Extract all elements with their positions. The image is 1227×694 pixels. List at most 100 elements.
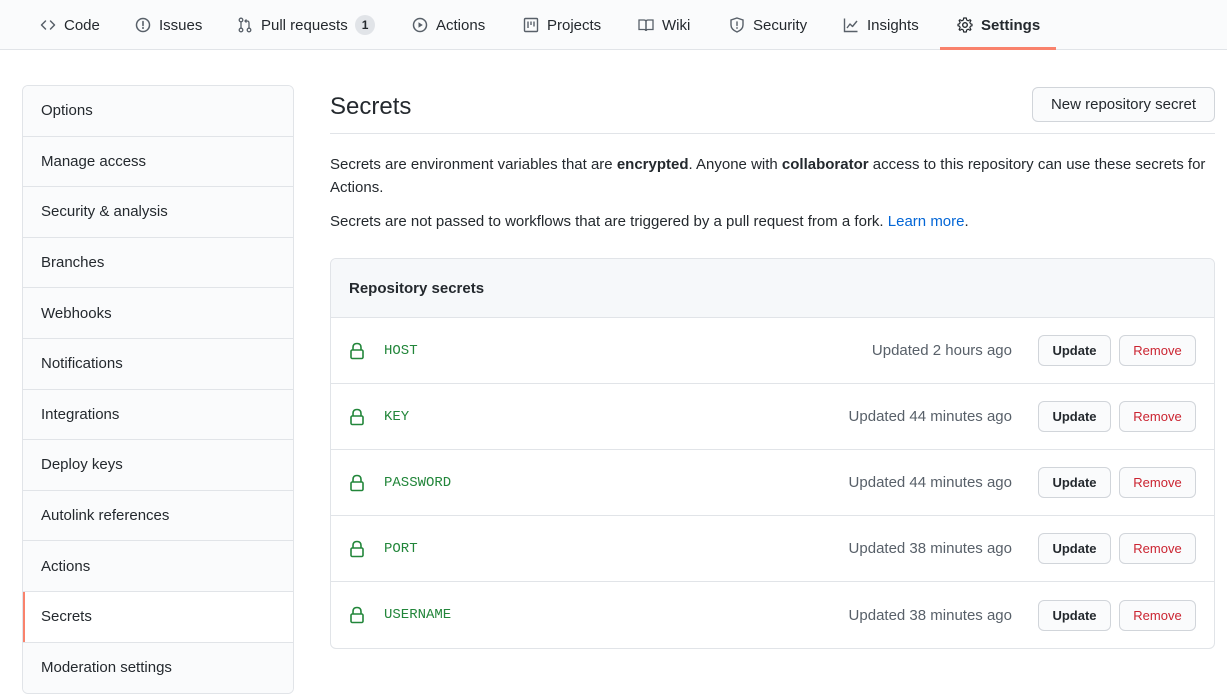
remove-secret-button[interactable]: Remove	[1119, 401, 1196, 432]
tab-insights-label: Insights	[867, 16, 919, 34]
book-icon	[638, 17, 654, 33]
tab-insights[interactable]: Insights	[843, 0, 919, 50]
sidebar-item-deploy-keys[interactable]: Deploy keys	[23, 440, 293, 491]
shield-icon	[729, 17, 745, 33]
update-secret-button[interactable]: Update	[1038, 335, 1111, 366]
secret-row: PASSWORD Updated 44 minutes ago Update R…	[331, 450, 1214, 516]
update-secret-button[interactable]: Update	[1038, 533, 1111, 564]
secret-name: PASSWORD	[384, 474, 452, 491]
tab-wiki-label: Wiki	[662, 16, 691, 34]
secrets-main: Secrets New repository secret Secrets ar…	[330, 85, 1215, 649]
update-secret-button[interactable]: Update	[1038, 599, 1111, 631]
sidebar-item-webhooks[interactable]: Webhooks	[23, 288, 293, 339]
new-repository-secret-button[interactable]: New repository secret	[1031, 87, 1215, 122]
desc-text: . Anyone with	[688, 156, 782, 173]
tab-pull-requests[interactable]: Pull requests 1	[237, 0, 376, 50]
sidebar-item-label: Manage access	[41, 152, 147, 170]
sidebar-item-label: Deploy keys	[41, 456, 123, 474]
tab-wiki[interactable]: Wiki	[638, 0, 690, 50]
secret-updated-time: Updated 44 minutes ago	[848, 408, 1012, 425]
remove-secret-button[interactable]: Remove	[1119, 599, 1196, 631]
sidebar-item-label: Branches	[41, 254, 105, 272]
secret-name: USERNAME	[384, 607, 452, 623]
update-secret-button[interactable]: Update	[1038, 467, 1111, 498]
tab-security[interactable]: Security	[729, 0, 807, 50]
remove-secret-button[interactable]: Remove	[1119, 467, 1196, 498]
lock-icon	[350, 474, 364, 492]
selected-tab-underline	[940, 47, 1056, 50]
secrets-description: Secrets are environment variables that a…	[330, 153, 1215, 199]
sidebar-item-label: Options	[41, 102, 93, 120]
secret-row: KEY Updated 44 minutes ago Update Remove	[331, 384, 1214, 450]
sidebar-item-security-analysis[interactable]: Security & analysis	[23, 187, 293, 238]
secret-updated-time: Updated 38 minutes ago	[848, 540, 1012, 557]
sidebar-item-label: Security & analysis	[41, 203, 168, 221]
repo-nav: Code Issues Pull requests 1 Actions Proj…	[0, 0, 1227, 50]
sidebar-item-manage-access[interactable]: Manage access	[23, 136, 293, 188]
tab-settings-label: Settings	[981, 16, 1041, 34]
fork-notice-end: .	[964, 213, 969, 230]
lock-icon	[350, 540, 364, 558]
sidebar-item-label: Moderation settings	[41, 659, 172, 677]
sidebar-item-notifications[interactable]: Notifications	[23, 338, 293, 390]
tab-actions-label: Actions	[436, 16, 486, 34]
remove-secret-button[interactable]: Remove	[1119, 533, 1196, 564]
page-title: Secrets	[330, 93, 412, 120]
issue-opened-icon	[135, 17, 151, 33]
secret-row: USERNAME Updated 38 minutes ago Update R…	[331, 582, 1214, 648]
tab-code-label: Code	[64, 16, 100, 34]
sidebar-item-integrations[interactable]: Integrations	[23, 389, 293, 441]
project-icon	[523, 17, 539, 33]
lock-icon	[350, 342, 364, 360]
secret-name: PORT	[384, 540, 418, 557]
tab-settings[interactable]: Settings	[957, 0, 1040, 50]
tab-issues-label: Issues	[159, 16, 203, 34]
page-header: Secrets New repository secret	[330, 85, 1215, 134]
tab-projects-label: Projects	[547, 16, 602, 34]
repository-secrets-header: Repository secrets	[331, 259, 1214, 318]
sidebar-item-label: Actions	[41, 557, 91, 575]
secret-row: HOST Updated 2 hours ago Update Remove	[331, 318, 1214, 384]
sidebar-item-label: Webhooks	[41, 304, 112, 322]
secret-updated-time: Updated 38 minutes ago	[848, 606, 1012, 624]
sidebar-item-label: Secrets	[41, 608, 92, 626]
tab-actions[interactable]: Actions	[412, 0, 485, 50]
lock-icon	[350, 408, 364, 426]
tab-security-label: Security	[753, 16, 808, 34]
secret-name: KEY	[384, 408, 410, 425]
secret-row: PORT Updated 38 minutes ago Update Remov…	[331, 516, 1214, 582]
tab-code[interactable]: Code	[40, 0, 100, 50]
fork-notice-text: Secrets are not passed to workflows that…	[330, 213, 888, 230]
sidebar-item-actions[interactable]: Actions	[23, 541, 293, 592]
fork-notice: Secrets are not passed to workflows that…	[330, 210, 1215, 233]
secret-updated-time: Updated 2 hours ago	[871, 342, 1012, 359]
git-pull-request-icon	[237, 17, 253, 33]
sidebar-item-options[interactable]: Options	[23, 86, 293, 137]
sidebar-item-secrets[interactable]: Secrets	[23, 591, 293, 643]
sidebar-item-label: Notifications	[41, 355, 123, 373]
update-secret-button[interactable]: Update	[1038, 401, 1111, 432]
desc-bold-collaborator: collaborator	[781, 156, 869, 173]
code-icon	[40, 17, 56, 33]
settings-sidebar: Options Manage access Security & analysi…	[22, 85, 294, 694]
remove-secret-button[interactable]: Remove	[1119, 335, 1196, 366]
secret-name: HOST	[384, 342, 418, 359]
desc-bold-encrypted: encrypted	[616, 156, 689, 173]
learn-more-link[interactable]: Learn more	[888, 213, 965, 230]
tab-issues[interactable]: Issues	[135, 0, 202, 50]
sidebar-item-label: Integrations	[41, 405, 120, 423]
sidebar-item-label: Autolink references	[41, 507, 170, 525]
sidebar-item-autolink-references[interactable]: Autolink references	[23, 490, 293, 542]
play-icon	[412, 17, 428, 33]
lock-icon	[350, 606, 364, 624]
gear-icon	[957, 17, 973, 33]
desc-text: Secrets are environment variables that a…	[330, 156, 617, 173]
secret-updated-time: Updated 44 minutes ago	[848, 474, 1012, 491]
sidebar-item-branches[interactable]: Branches	[23, 237, 293, 289]
pull-requests-counter: 1	[354, 15, 376, 35]
graph-icon	[843, 17, 859, 33]
repository-secrets-box: Repository secrets HOST Updated 2 hours …	[330, 258, 1215, 649]
tab-projects[interactable]: Projects	[523, 0, 601, 50]
tab-pull-requests-label: Pull requests	[261, 16, 348, 34]
sidebar-item-moderation-settings[interactable]: Moderation settings	[23, 642, 293, 694]
